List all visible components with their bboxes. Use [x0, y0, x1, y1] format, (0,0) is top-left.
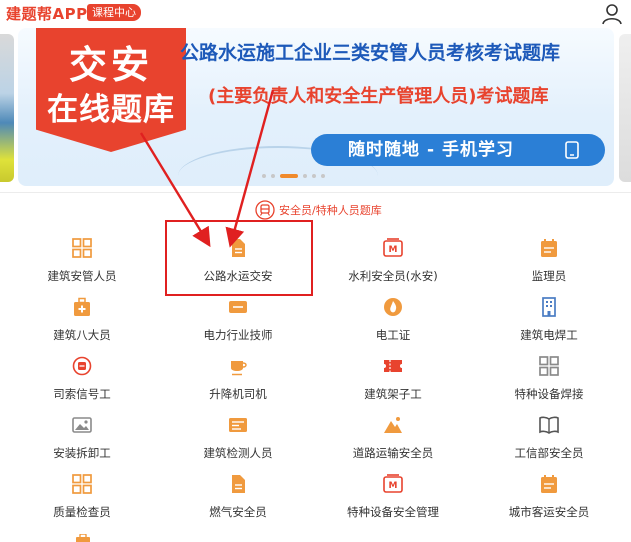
medical-kit-icon: [76, 534, 90, 542]
next-slide-peek[interactable]: [619, 34, 631, 182]
category-item[interactable]: M 水利安全员(水安): [315, 230, 471, 288]
banner-cta-label: 随时随地 - 手机学习: [348, 140, 514, 160]
medical-kit-icon: [74, 297, 90, 316]
banner-tag-line1: 交安: [68, 43, 153, 87]
carousel-dot[interactable]: [271, 174, 275, 178]
category-item-label: 建筑架子工: [364, 387, 422, 401]
category-item-label: 建筑安管人员: [47, 269, 117, 283]
category-item-label: 道路运输安全员: [352, 446, 434, 460]
tag-icon: [229, 301, 247, 313]
category-item[interactable]: 电工证: [315, 289, 471, 347]
banner-tag-line2: 在线题库: [47, 92, 175, 128]
category-item-label: 司索信号工: [53, 387, 111, 401]
banner-carousel[interactable]: 交安 在线题库 公路水运施工企业三类安管人员考核考试题库 (主要负责人和安全生产…: [0, 28, 631, 188]
flame-icon: [384, 298, 402, 316]
calendar-icon: [541, 475, 557, 493]
tablet-icon: [565, 141, 579, 159]
category-item[interactable]: 工信部安全员: [471, 407, 627, 465]
category-item[interactable]: 电力行业技师: [160, 289, 316, 347]
category-item-label: 城市客运安全员: [508, 505, 590, 519]
prev-slide-peek[interactable]: [0, 34, 14, 182]
carousel-dot[interactable]: [312, 174, 316, 178]
mountain-icon: [384, 417, 402, 433]
category-item-label: 特种设备焊接: [514, 387, 584, 401]
book-icon: [539, 416, 559, 434]
category-item-label: 工信部安全员: [514, 446, 584, 460]
signal-icon: [72, 356, 92, 376]
category-item[interactable]: 建筑电焊工: [471, 289, 627, 347]
category-item-label: 燃气安全员: [209, 505, 267, 519]
category-item[interactable]: M 特种设备安全管理: [315, 466, 471, 524]
carousel-dot[interactable]: [262, 174, 266, 178]
category-item[interactable]: 道路运输安全员: [315, 407, 471, 465]
category-item[interactable]: 特种设备焊接: [471, 348, 627, 406]
brand-logo[interactable]: 建题帮APP: [6, 3, 88, 24]
svg-text:M: M: [389, 481, 398, 491]
carousel-dot-active[interactable]: [280, 174, 298, 178]
building-icon: [542, 297, 556, 317]
category-item-label: 安装拆卸工: [53, 446, 111, 460]
image-icon: [72, 417, 92, 433]
category-item[interactable]: 司索信号工: [4, 348, 160, 406]
section-title: 安全员/特种人员题库: [279, 204, 382, 217]
app-header: 建题帮APP 课程中心: [0, 0, 631, 28]
grid-icon: [72, 238, 92, 258]
banner-title: 公路水运施工企业三类安管人员考核考试题库: [180, 42, 561, 64]
category-item[interactable]: 建筑架子工: [315, 348, 471, 406]
category-item[interactable]: 质量检查员: [4, 466, 160, 524]
category-item[interactable]: 建筑检测人员: [160, 407, 316, 465]
banner-cta-pill[interactable]: 随时随地 - 手机学习: [311, 134, 605, 166]
document-icon: [232, 475, 245, 493]
divider: [0, 192, 631, 193]
highlight-box: [165, 220, 313, 296]
m-badge-icon: M: [383, 474, 403, 493]
cup-icon: [231, 361, 247, 376]
carousel-dot[interactable]: [303, 174, 307, 178]
category-item[interactable]: 监理员: [471, 230, 627, 288]
category-item[interactable]: 燃气安全员: [160, 466, 316, 524]
banner-tag: 交安 在线题库: [36, 28, 186, 152]
m-badge-icon: M: [383, 238, 403, 257]
category-item-label: 建筑八大员: [53, 328, 111, 342]
carousel-dot[interactable]: [321, 174, 325, 178]
category-item[interactable]: 安装拆卸工: [4, 407, 160, 465]
category-item-label: 升降机司机: [209, 387, 267, 401]
category-item-label: 质量检查员: [53, 505, 111, 519]
banner-slide[interactable]: 交安 在线题库 公路水运施工企业三类安管人员考核考试题库 (主要负责人和安全生产…: [18, 28, 614, 186]
grid-icon: [539, 356, 559, 376]
train-icon: [255, 200, 275, 220]
grid-icon: [72, 474, 92, 494]
category-item[interactable]: 升降机司机: [160, 348, 316, 406]
id-card-icon: [229, 418, 247, 432]
ticket-icon: [384, 360, 402, 372]
calendar-icon: [541, 239, 557, 257]
category-item-label: 建筑检测人员: [203, 446, 273, 460]
category-item-label: 水利安全员(水安): [348, 269, 438, 283]
user-icon[interactable]: [601, 3, 623, 25]
banner-subtitle: (主要负责人和安全生产管理人员)考试题库: [208, 86, 549, 107]
category-item[interactable]: 建筑安管人员: [4, 230, 160, 288]
category-item[interactable]: 建筑八大员: [4, 289, 160, 347]
category-item-label: 监理员: [531, 269, 567, 283]
category-item[interactable]: 城市客运安全员: [471, 466, 627, 524]
category-item-label: 电力行业技师: [203, 328, 273, 342]
category-item-label: 电工证: [375, 328, 411, 342]
category-item-label: 特种设备安全管理: [347, 505, 439, 519]
course-center-button[interactable]: 课程中心: [87, 4, 141, 21]
category-item-label: 建筑电焊工: [520, 328, 578, 342]
svg-text:M: M: [389, 245, 398, 255]
